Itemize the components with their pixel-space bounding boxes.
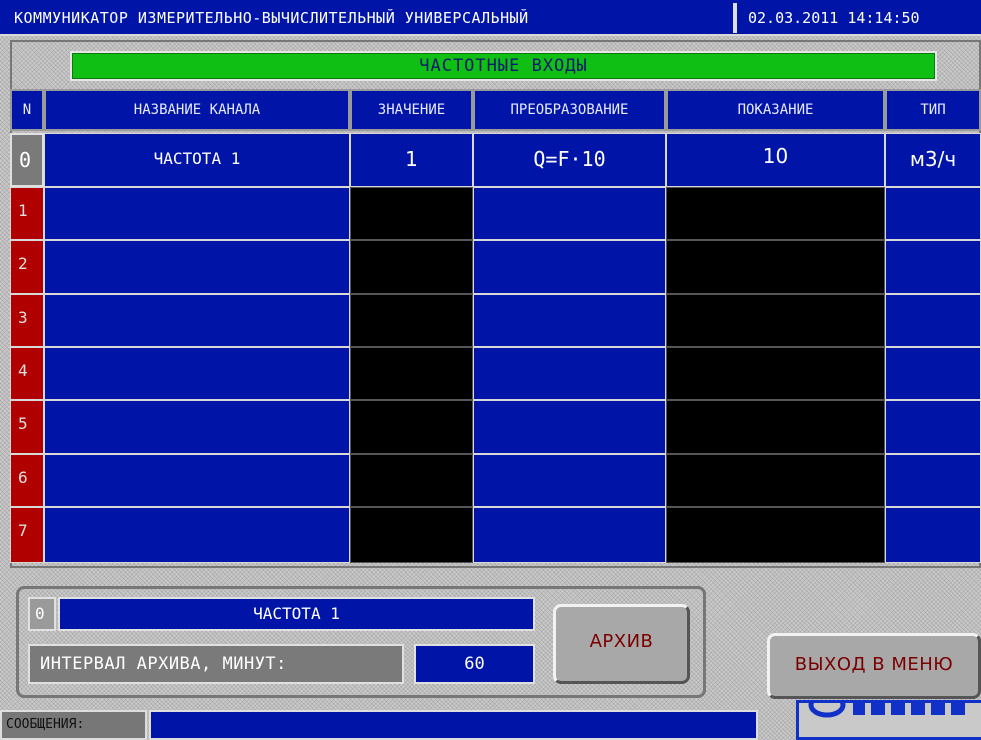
column-header-value: ЗНАЧЕНИЕ — [350, 89, 473, 131]
unit-cell[interactable] — [885, 240, 981, 294]
reading-cell[interactable] — [666, 294, 885, 347]
archive-interval-input[interactable]: 60 — [414, 644, 535, 684]
column-header-name: НАЗВАНИЕ КАНАЛА — [44, 89, 350, 131]
transform-cell[interactable] — [473, 507, 666, 563]
value-cell[interactable]: 1 — [350, 133, 473, 187]
column-header-type: ТИП — [885, 89, 981, 131]
reading-cell[interactable] — [666, 400, 885, 454]
channel-name-cell[interactable] — [44, 187, 350, 240]
column-header-n: N — [10, 89, 44, 131]
reading-cell[interactable] — [666, 507, 885, 563]
row-index[interactable]: 0 — [10, 133, 44, 187]
transform-cell[interactable]: Q=F·10 — [473, 133, 666, 187]
app-title: КОММУНИКАТОР ИЗМЕРИТЕЛЬНО-ВЫЧИСЛИТЕЛЬНЫЙ… — [14, 9, 529, 27]
messages-field — [149, 710, 758, 740]
row-index[interactable]: 7 — [10, 507, 44, 563]
archive-button[interactable]: АРХИВ — [553, 604, 690, 684]
transform-cell[interactable] — [473, 454, 666, 507]
row-index[interactable]: 5 — [10, 400, 44, 454]
unit-cell[interactable] — [885, 187, 981, 240]
row-index[interactable]: 3 — [10, 294, 44, 347]
logo-graphic — [808, 703, 965, 718]
unit-cell[interactable] — [885, 507, 981, 563]
messages-label: СООБЩЕНИЯ: — [0, 710, 147, 740]
section-title: ЧАСТОТНЫЕ ВХОДЫ — [70, 51, 937, 81]
unit-cell[interactable] — [885, 347, 981, 400]
reading-cell[interactable] — [666, 454, 885, 507]
unit-cell[interactable]: м3/ч — [885, 133, 981, 187]
channel-name-cell[interactable] — [44, 454, 350, 507]
reading-cell[interactable] — [666, 347, 885, 400]
transform-cell[interactable] — [473, 294, 666, 347]
transform-cell[interactable] — [473, 400, 666, 454]
value-cell[interactable] — [350, 507, 473, 563]
channel-name-cell[interactable] — [44, 347, 350, 400]
row-index[interactable]: 6 — [10, 454, 44, 507]
transform-cell[interactable] — [473, 187, 666, 240]
row-index[interactable]: 2 — [10, 240, 44, 294]
archive-interval-label: ИНТЕРВАЛ АРХИВА, МИНУТ: — [28, 644, 404, 684]
channel-name-cell[interactable] — [44, 400, 350, 454]
reading-cell[interactable] — [666, 240, 885, 294]
selected-channel-name[interactable]: ЧАСТОТА 1 — [58, 597, 535, 631]
value-cell[interactable] — [350, 347, 473, 400]
unit-cell[interactable] — [885, 294, 981, 347]
value-cell[interactable] — [350, 187, 473, 240]
exit-to-menu-button[interactable]: ВЫХОД В МЕНЮ — [767, 633, 981, 699]
unit-cell[interactable] — [885, 400, 981, 454]
channel-name-cell[interactable] — [44, 294, 350, 347]
reading-cell[interactable]: 10 — [666, 133, 885, 187]
value-cell[interactable] — [350, 240, 473, 294]
transform-cell[interactable] — [473, 240, 666, 294]
title-divider — [733, 3, 737, 33]
column-header-reading: ПОКАЗАНИЕ — [666, 89, 885, 131]
column-header-transform: ПРЕОБРАЗОВАНИЕ — [473, 89, 666, 131]
reading-cell[interactable] — [666, 187, 885, 240]
value-cell[interactable] — [350, 400, 473, 454]
transform-cell[interactable] — [473, 347, 666, 400]
channel-name-cell[interactable]: ЧАСТОТА 1 — [44, 133, 350, 187]
datetime-display: 02.03.2011 14:14:50 — [748, 9, 920, 27]
row-index[interactable]: 4 — [10, 347, 44, 400]
unit-cell[interactable] — [885, 454, 981, 507]
value-cell[interactable] — [350, 454, 473, 507]
value-cell[interactable] — [350, 294, 473, 347]
channel-name-cell[interactable] — [44, 240, 350, 294]
channel-name-cell[interactable] — [44, 507, 350, 563]
brand-logo — [796, 700, 981, 740]
selected-channel-number: 0 — [28, 597, 56, 631]
row-index[interactable]: 1 — [10, 187, 44, 240]
